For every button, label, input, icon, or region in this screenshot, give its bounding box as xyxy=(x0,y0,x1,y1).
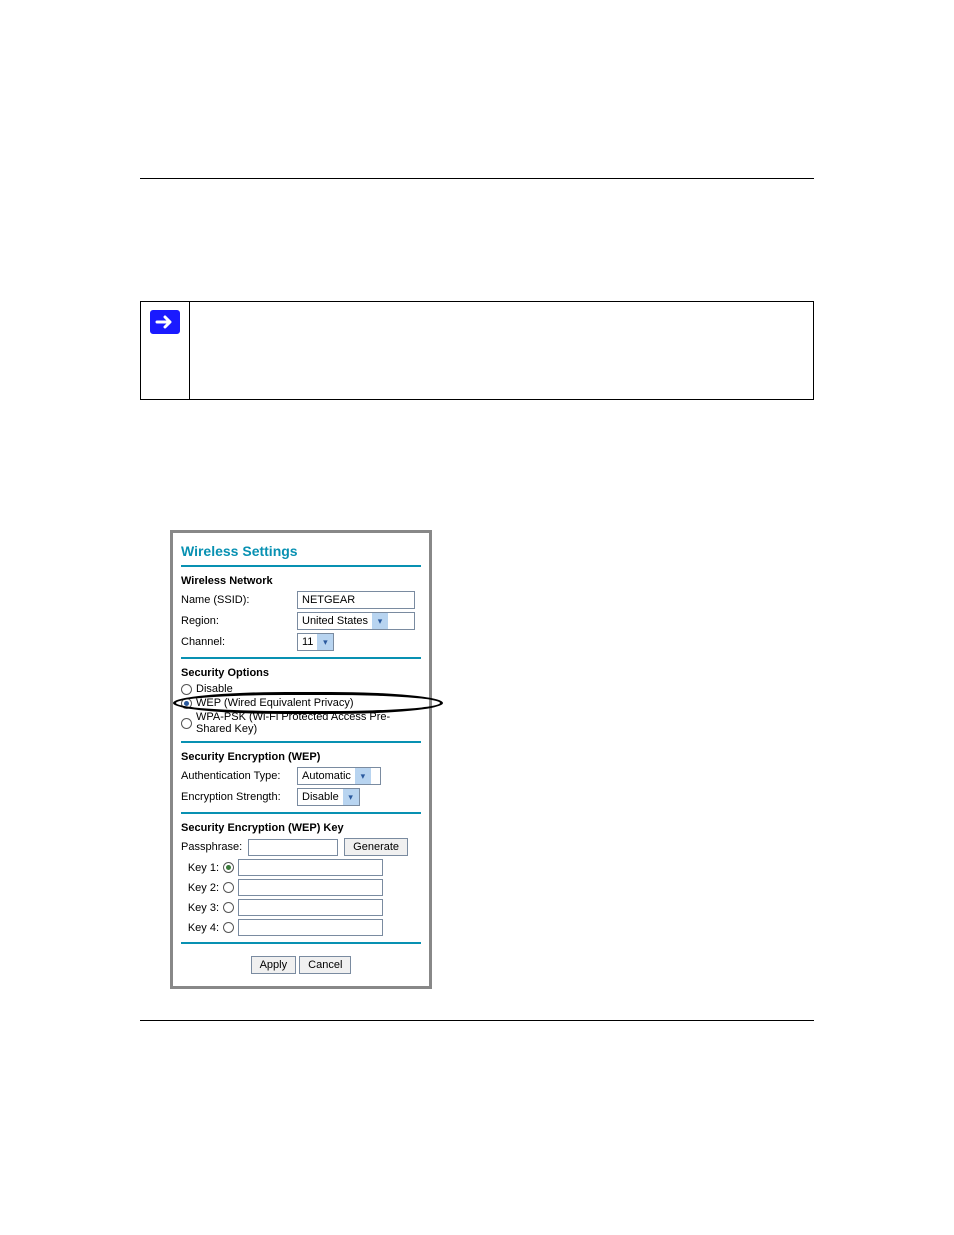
security-option-wpa[interactable]: WPA-PSK (Wi-Fi Protected Access Pre-Shar… xyxy=(181,711,421,735)
wireless-settings-panel: Wireless Settings Wireless Network Name … xyxy=(170,530,432,989)
security-options-heading: Security Options xyxy=(181,667,421,679)
channel-label: Channel: xyxy=(181,636,291,648)
chevron-down-icon: ▾ xyxy=(355,768,371,784)
chevron-down-icon: ▾ xyxy=(372,613,388,629)
security-option-label: WPA-PSK (Wi-Fi Protected Access Pre-Shar… xyxy=(196,711,421,735)
security-option-label: Disable xyxy=(196,683,233,695)
page: Wireless Settings Wireless Network Name … xyxy=(0,0,954,1235)
key2-input[interactable] xyxy=(238,879,383,896)
radio-icon[interactable] xyxy=(223,882,234,893)
cancel-button[interactable]: Cancel xyxy=(299,956,351,974)
radio-icon[interactable] xyxy=(223,922,234,933)
chevron-down-icon: ▾ xyxy=(317,634,333,650)
auth-type-label: Authentication Type: xyxy=(181,770,291,782)
key1-label: Key 1: xyxy=(181,862,219,874)
section-divider xyxy=(181,741,421,743)
wireless-network-heading: Wireless Network xyxy=(181,575,421,587)
radio-icon xyxy=(181,718,192,729)
security-option-label: WEP (Wired Equivalent Privacy) xyxy=(196,697,354,709)
radio-icon[interactable] xyxy=(223,902,234,913)
key3-label: Key 3: xyxy=(181,902,219,914)
enc-strength-select[interactable]: Disable ▾ xyxy=(297,788,360,806)
apply-button[interactable]: Apply xyxy=(251,956,297,974)
panel-title: Wireless Settings xyxy=(181,543,421,559)
section-divider xyxy=(181,812,421,814)
generate-button[interactable]: Generate xyxy=(344,838,408,856)
key2-label: Key 2: xyxy=(181,882,219,894)
auth-type-select[interactable]: Automatic ▾ xyxy=(297,767,381,785)
encryption-heading: Security Encryption (WEP) xyxy=(181,751,421,763)
note-icon-cell xyxy=(141,302,190,399)
security-option-disable[interactable]: Disable xyxy=(181,683,421,695)
key1-input[interactable] xyxy=(238,859,383,876)
ssid-input[interactable] xyxy=(297,591,415,609)
auth-type-value: Automatic xyxy=(302,770,351,782)
section-divider xyxy=(181,565,421,567)
key4-input[interactable] xyxy=(238,919,383,936)
section-divider xyxy=(181,942,421,944)
passphrase-label: Passphrase: xyxy=(181,841,242,853)
arrow-right-icon xyxy=(150,310,180,334)
radio-icon xyxy=(181,684,192,695)
region-select[interactable]: United States ▾ xyxy=(297,612,415,630)
enc-strength-value: Disable xyxy=(302,791,339,803)
passphrase-input[interactable] xyxy=(248,839,338,856)
enc-strength-label: Encryption Strength: xyxy=(181,791,291,803)
wep-key-heading: Security Encryption (WEP) Key xyxy=(181,822,421,834)
channel-value: 11 xyxy=(302,636,313,648)
note-text xyxy=(190,302,813,399)
key4-label: Key 4: xyxy=(181,922,219,934)
radio-icon xyxy=(181,698,192,709)
section-divider xyxy=(181,657,421,659)
security-option-wep[interactable]: WEP (Wired Equivalent Privacy) xyxy=(181,697,421,709)
region-value: United States xyxy=(302,615,368,627)
radio-icon[interactable] xyxy=(223,862,234,873)
region-label: Region: xyxy=(181,615,291,627)
channel-select[interactable]: 11 ▾ xyxy=(297,633,334,651)
note-box xyxy=(140,301,814,400)
header-rule xyxy=(140,178,814,179)
key3-input[interactable] xyxy=(238,899,383,916)
ssid-label: Name (SSID): xyxy=(181,594,291,606)
chevron-down-icon: ▾ xyxy=(343,789,359,805)
footer-rule xyxy=(140,1020,814,1021)
